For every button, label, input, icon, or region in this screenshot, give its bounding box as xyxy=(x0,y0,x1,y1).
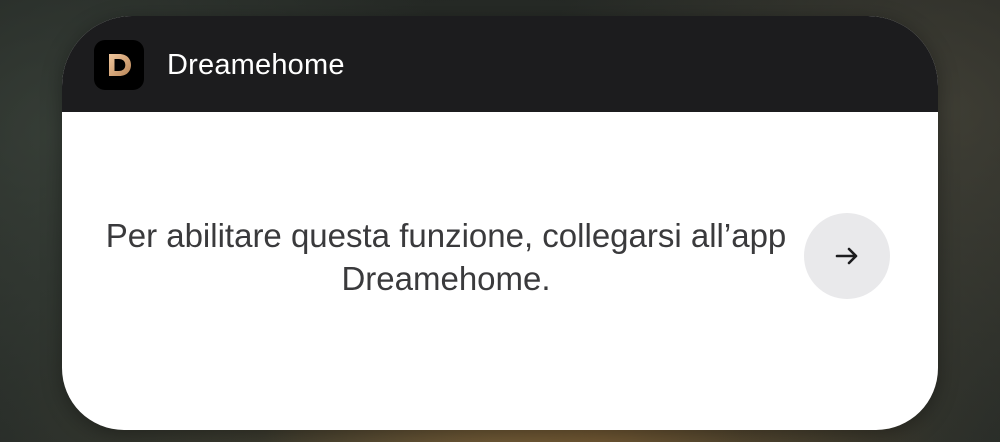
app-name-label: Dreamehome xyxy=(167,49,345,81)
arrow-right-icon xyxy=(835,247,858,265)
dreamehome-logo-icon xyxy=(94,40,144,90)
dreamehome-widget[interactable]: Dreamehome Per abilitare questa funzione… xyxy=(62,16,938,430)
widget-header: Dreamehome xyxy=(62,16,938,112)
connect-message: Per abilitare questa funzione, collegars… xyxy=(105,217,787,297)
open-app-button[interactable] xyxy=(804,213,890,299)
widget-body: Per abilitare questa funzione, collegars… xyxy=(62,112,938,430)
